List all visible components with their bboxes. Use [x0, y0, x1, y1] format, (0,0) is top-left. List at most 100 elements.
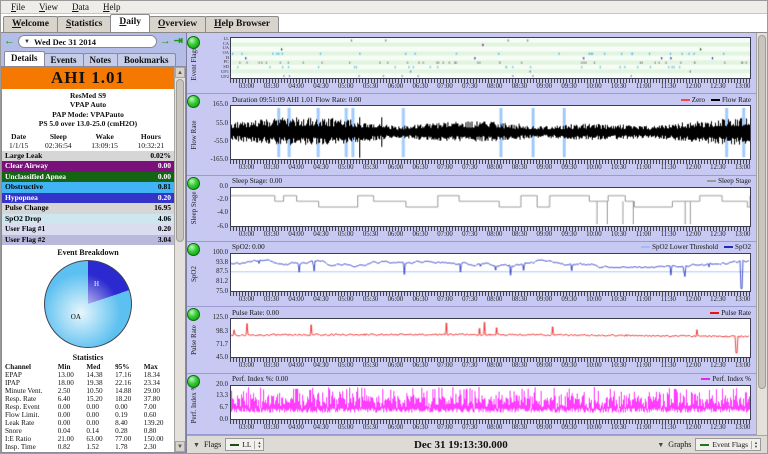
tab-welcome[interactable]: Welcome [3, 16, 58, 32]
graph-panel-perf[interactable]: Perf. Index % Perf. Index %: 0.00 Perf. In… [187, 374, 756, 436]
pushpin-icon[interactable] [187, 95, 200, 109]
menu-item-help[interactable]: Help [97, 2, 127, 12]
x-axis: 03:00 03:30 04:00 04:30 05:00 05:30 06:00 06:30… [230, 160, 751, 173]
plot-canvas-stage[interactable] [230, 186, 751, 227]
x-axis-tick-label: 12:00 [685, 423, 701, 431]
pushpin-icon[interactable] [187, 374, 200, 388]
flags-collapse-icon[interactable]: ▼ [193, 441, 200, 449]
plot-area[interactable]: LL CA UA OA H PC SD UF1 UF2 [221, 36, 751, 79]
spinner-icon[interactable]: ▲ ▼ [751, 440, 758, 449]
pushpin-icon[interactable] [187, 176, 200, 190]
x-axis-tick-label: 03:00 [238, 423, 255, 431]
sidebar-scroll-track[interactable] [175, 78, 185, 441]
legend-item: Pulse Rate [710, 309, 751, 317]
sidebar-tab-events[interactable]: Events [43, 53, 84, 66]
tab-daily[interactable]: Daily [110, 14, 151, 32]
pushpin-icon[interactable] [187, 308, 200, 322]
graph-panel-flags[interactable]: Event Flags LL CA UA OA H PC SD UF1 UF2 03:00 03:30… [187, 35, 756, 95]
menu-item-data[interactable]: Data [66, 2, 95, 12]
main-content: ← ▼ Wed Dec 31 2014 → ⇥ Details Events Not… [1, 33, 767, 453]
sidebar-tab-details[interactable]: Details [4, 51, 45, 66]
spinner-icon[interactable]: ▲ ▼ [254, 440, 261, 449]
graph-panel-stage[interactable]: Sleep Stage Sleep Stage: 0.00 Sleep Stage 0… [187, 176, 756, 242]
sidebar-scroll-thumb[interactable] [176, 79, 184, 243]
stats-cell: Snore [5, 427, 22, 435]
legend-item: Zero [680, 96, 705, 104]
panel-side-strip: Perf. Index % [187, 374, 200, 434]
menu-item-file[interactable]: File [5, 2, 31, 12]
event-row-user-flag-2[interactable]: User Flag #2 3.04 [2, 234, 174, 245]
graphs-scroll-thumb[interactable] [758, 35, 766, 389]
x-axis-tick-label: 07:00 [437, 83, 453, 90]
graph-panel-flow[interactable]: Flow Rate Duration 09:51:09 AHI 1.01 Flow… [187, 94, 756, 176]
event-row-large-leak[interactable]: Large Leak 0.02% [2, 150, 174, 161]
event-row-user-flag-1[interactable]: User Flag #1 0.20 [2, 224, 174, 235]
graphs-scroll-track[interactable] [757, 33, 767, 435]
stats-header: Max [143, 363, 158, 371]
x-axis-tick-label: 07:30 [462, 362, 478, 370]
event-row-pulse-change[interactable]: Pulse Change 16.95 [2, 203, 174, 214]
latest-day-button[interactable]: ⇥ [174, 36, 183, 47]
event-row-spo2-drop[interactable]: SpO2 Drop 4.06 [2, 213, 174, 224]
graphs-dropdown[interactable]: Event Flags ▲ ▼ [695, 438, 761, 451]
sidebar-scrollbar[interactable]: ▲ ▼ [174, 67, 185, 452]
menu-item-view[interactable]: View [33, 2, 64, 12]
selected-datetime: Dec 31 19:13:30.000 [413, 438, 508, 451]
stats-cell: 14.88 [115, 387, 132, 395]
x-axis-tick-label: 06:30 [412, 423, 428, 431]
session-value: 10:32:21 [137, 140, 165, 150]
plot-canvas-perf[interactable] [230, 384, 751, 420]
session-header: Sleep [49, 131, 67, 141]
prev-day-button[interactable]: ← [4, 36, 15, 47]
panel-header: Duration 09:51:09 AHI 1.01 Flow Rate: 0.… [200, 94, 751, 105]
x-axis-tick-label: 05:00 [338, 362, 354, 370]
x-axis-tick-label: 08:30 [511, 295, 528, 303]
x-axis-tick-label: 12:30 [710, 83, 726, 90]
plot-canvas-pulse[interactable] [230, 318, 751, 359]
panel-title: SpO2: 0.00 [232, 243, 265, 252]
graph-panel-spo2[interactable]: SpO2 SpO2: 0.00 SpO2 Lower Threshold SpO2 10… [187, 242, 756, 308]
plot-area[interactable]: 20.0 13.3 6.7 0.0 [216, 381, 751, 423]
date-selector[interactable]: ▼ Wed Dec 31 2014 [18, 35, 157, 48]
event-label: Large Leak [5, 150, 43, 160]
graphs-scrollbar[interactable] [756, 33, 767, 435]
graphs-collapse-icon[interactable]: ▼ [657, 441, 664, 449]
graphs-dropdown-value: Event Flags [712, 440, 749, 449]
event-row-hypopnea[interactable]: Hypopnea 0.20 [2, 192, 174, 203]
plot-area[interactable]: 0.0 -2.0 -4.0 -6.0 [217, 183, 751, 230]
sidebar-tab-notes[interactable]: Notes [82, 53, 119, 66]
stats-cell: 1.78 [115, 443, 128, 451]
next-day-button[interactable]: → [160, 36, 171, 47]
flags-dropdown[interactable]: LL ▲ ▼ [225, 438, 265, 451]
x-axis-tick-label: 07:00 [437, 164, 453, 172]
tab-help-browser[interactable]: Help Browser [205, 16, 280, 32]
stats-header: Min [57, 363, 71, 371]
x-axis-tick-label: 11:30 [660, 362, 676, 370]
x-axis-tick-label: 09:00 [536, 423, 552, 431]
plot-area[interactable]: 165.0 55.0 -55.0 -165.0 [210, 101, 751, 163]
plot-canvas-flow[interactable] [230, 105, 751, 161]
plot-canvas-flags[interactable] [230, 37, 751, 79]
sidebar-tab-bookmarks[interactable]: Bookmarks [117, 53, 176, 66]
x-axis-tick-label: 07:30 [462, 295, 478, 303]
graph-panel-pulse[interactable]: Pulse Rate Pulse Rate: 0.00 Pulse Rate 125.… [187, 307, 756, 374]
panel-title: Duration 09:51:09 AHI 1.01 Flow Rate: 0.… [232, 95, 362, 104]
event-row-clear-airway[interactable]: Clear Airway 0.00 [2, 161, 174, 172]
tab-statistics[interactable]: Statistics [56, 16, 112, 32]
x-axis-tick-label: 11:00 [635, 423, 652, 431]
plot-canvas-spo2[interactable] [230, 252, 751, 292]
event-row-obstructive[interactable]: Obstructive 0.81 [2, 182, 174, 193]
event-row-unclassified-apnea[interactable]: Unclassified Apnea 0.00 [2, 171, 174, 182]
plot-area[interactable]: 125.0 98.3 71.7 45.0 [213, 314, 751, 361]
scroll-up-icon[interactable]: ▲ [175, 67, 185, 78]
scroll-down-icon[interactable]: ▼ [175, 441, 185, 452]
pushpin-icon[interactable] [187, 242, 200, 256]
plot-area[interactable]: 100.0 93.8 87.5 81.2 75.0 [213, 249, 751, 295]
pushpin-icon[interactable] [187, 36, 200, 49]
x-axis-tick-label: 10:30 [610, 295, 627, 303]
x-axis-tick-label: 10:00 [586, 164, 602, 172]
ahi-banner: AHI 1.01 [2, 67, 174, 89]
x-axis-tick-label: 05:00 [338, 164, 354, 172]
x-axis-tick-label: 10:30 [610, 83, 627, 90]
tab-overview[interactable]: Overview [149, 16, 207, 32]
